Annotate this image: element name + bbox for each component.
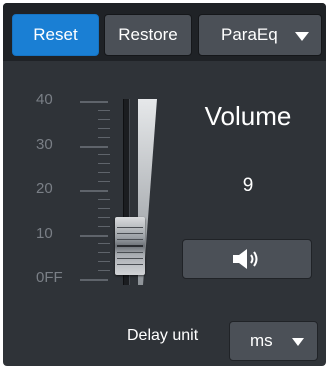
volume-fader-thumb[interactable] xyxy=(115,217,145,275)
scale-label-20: 20 xyxy=(36,180,53,197)
volume-value: 9 xyxy=(242,175,254,196)
scale-tick-minor xyxy=(98,181,110,183)
scale-tick-minor xyxy=(98,172,110,174)
mode-dropdown[interactable]: ParaEq xyxy=(198,14,322,56)
restore-button[interactable]: Restore xyxy=(104,14,192,56)
scale-tick-minor xyxy=(98,252,110,254)
chevron-down-icon xyxy=(295,32,309,41)
scale-tick-major xyxy=(80,145,108,148)
scale-label-40: 40 xyxy=(36,91,53,108)
scale-tick-minor xyxy=(98,154,110,156)
delay-unit-select[interactable]: ms xyxy=(229,321,318,361)
chevron-down-icon xyxy=(292,338,304,346)
scale-tick-minor xyxy=(98,261,110,263)
scale-tick-major xyxy=(80,101,108,103)
scale-tick-minor xyxy=(98,163,110,165)
scale-label-30: 30 xyxy=(36,136,53,153)
scale-tick-minor xyxy=(98,118,110,120)
delay-unit-label: Delay unit xyxy=(127,327,199,344)
volume-panel: Reset Restore ParaEq 40 30 20 10 0FF Vol… xyxy=(3,3,326,366)
toolbar: Reset Restore ParaEq xyxy=(3,3,326,61)
mode-dropdown-value: ParaEq xyxy=(221,25,278,44)
scale-tick-minor xyxy=(98,207,110,209)
delay-unit-value: ms xyxy=(250,331,273,350)
scale-tick-minor xyxy=(98,243,110,245)
scale-tick-major xyxy=(80,234,108,237)
scale-tick-major xyxy=(80,190,108,192)
scale-tick-minor xyxy=(98,136,110,138)
scale-tick-minor xyxy=(98,198,110,200)
scale-tick-major xyxy=(80,279,108,281)
scale-tick-minor xyxy=(98,225,110,227)
scale-tick-minor xyxy=(98,216,110,218)
scale-label-off: 0FF xyxy=(36,269,63,286)
scale-tick-minor xyxy=(98,109,110,111)
mute-button[interactable] xyxy=(182,239,312,279)
scale-tick-minor xyxy=(98,127,110,129)
scale-label-10: 10 xyxy=(36,225,53,242)
scale-tick-minor xyxy=(98,270,110,272)
speaker-icon xyxy=(233,249,258,269)
volume-title: Volume xyxy=(204,101,292,131)
reset-button[interactable]: Reset xyxy=(12,14,99,56)
